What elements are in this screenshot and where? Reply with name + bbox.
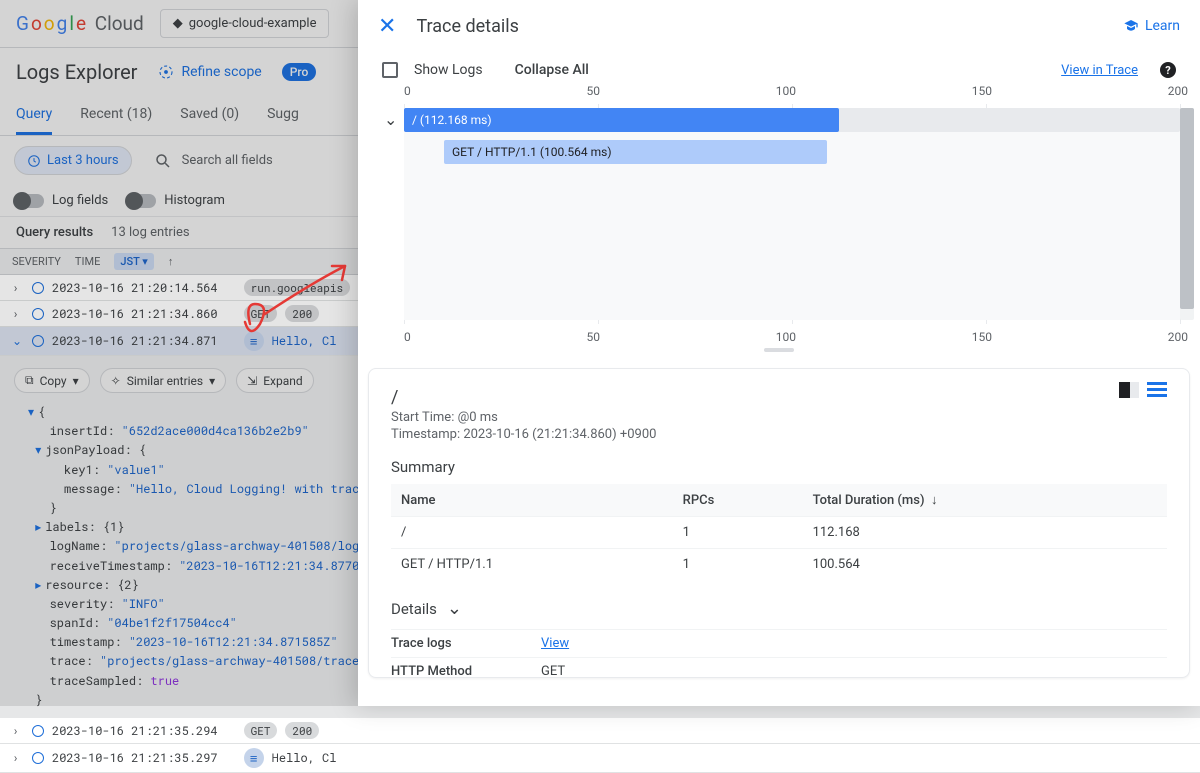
start-time: Start Time: @0 ms [391,410,1167,425]
help-icon[interactable]: ? [1160,62,1176,78]
view-in-trace-link[interactable]: View in Trace [1061,63,1138,78]
clock-icon [27,154,41,168]
panel-title: Trace details [416,16,518,37]
trace-icon[interactable]: ≡ [244,748,264,768]
span-row-child[interactable]: GET / HTTP/1.1 (100.564 ms) [444,140,1180,164]
log-row[interactable]: ›2023-10-16 21:21:35.297≡Hello, Cl [0,744,1200,773]
log-entries-count: 13 log entries [111,225,189,240]
chevron-down-icon[interactable]: ⌄ [384,110,397,129]
page-title: Logs Explorer [16,60,137,84]
details-heading[interactable]: Details ⌄ [391,598,1167,619]
search-icon [154,152,172,170]
summary-heading: Summary [391,458,1167,476]
log-row[interactable]: ›2023-10-16 21:21:35.294GET200 [0,718,1200,744]
severity-info-icon [32,282,44,294]
trace-details-panel: ✕ Trace details Learn Show Logs Collapse… [358,0,1200,706]
expand-button[interactable]: ⇲ Expand [236,368,314,393]
histogram-toggle[interactable]: Histogram [128,193,225,208]
tab-suggested[interactable]: Sugg [267,106,299,135]
scope-icon [157,63,175,81]
log-fields-toggle[interactable]: Log fields [16,193,108,208]
waterfall-scrollbar[interactable] [1180,108,1194,320]
timestamp-value: Timestamp: 2023-10-16 (21:21:34.860) +09… [391,427,1167,442]
show-logs-label: Show Logs [414,62,483,78]
severity-info-icon [32,335,44,347]
tab-saved[interactable]: Saved (0) [180,106,239,135]
severity-info-icon [32,308,44,320]
tab-query[interactable]: Query [16,106,52,135]
time-range-chip[interactable]: Last 3 hours [14,146,132,175]
waterfall-chart: 050100150200 ⌄ / (112.168 ms) GET / HTTP… [370,84,1188,344]
timezone-chip[interactable]: JST ▾ [114,253,154,270]
span-path: / [391,387,1167,408]
sort-up-icon[interactable]: ↑ [168,255,174,268]
table-row[interactable]: /1112.168 [391,517,1167,549]
annotation-arrow [240,254,360,344]
resize-handle[interactable] [764,348,794,352]
copy-button[interactable]: ⧉ Copy ▾ [14,368,90,393]
gcp-logo: Google Cloud [16,12,144,35]
close-button[interactable]: ✕ [378,14,396,39]
span-detail-card: / Start Time: @0 ms Timestamp: 2023-10-1… [368,368,1190,678]
learn-link[interactable]: Learn [1123,18,1180,34]
learn-icon [1123,18,1139,34]
chevron-down-icon: ⌄ [447,598,462,619]
view-split-icon[interactable] [1119,382,1139,398]
show-logs-checkbox[interactable] [382,62,398,78]
summary-table: NameRPCsTotal Duration (ms) ↓ /1112.168 … [391,484,1167,580]
similar-entries-button[interactable]: ✧ Similar entries ▾ [100,368,227,393]
table-row[interactable]: GET / HTTP/1.11100.564 [391,549,1167,581]
span-row-root[interactable]: ⌄ / (112.168 ms) [404,108,1180,132]
view-list-icon[interactable] [1147,382,1167,398]
query-results-label: Query results [16,225,93,240]
project-selector[interactable]: ◆ google-cloud-example [160,9,330,38]
trace-icon[interactable]: ≡ [244,331,264,351]
tab-recent[interactable]: Recent (18) [80,106,152,135]
view-trace-logs-link[interactable]: View [541,636,569,651]
refine-scope-button[interactable]: Refine scope [157,63,261,81]
collapse-all-button[interactable]: Collapse All [515,62,589,78]
pro-badge: Pro [282,63,317,81]
